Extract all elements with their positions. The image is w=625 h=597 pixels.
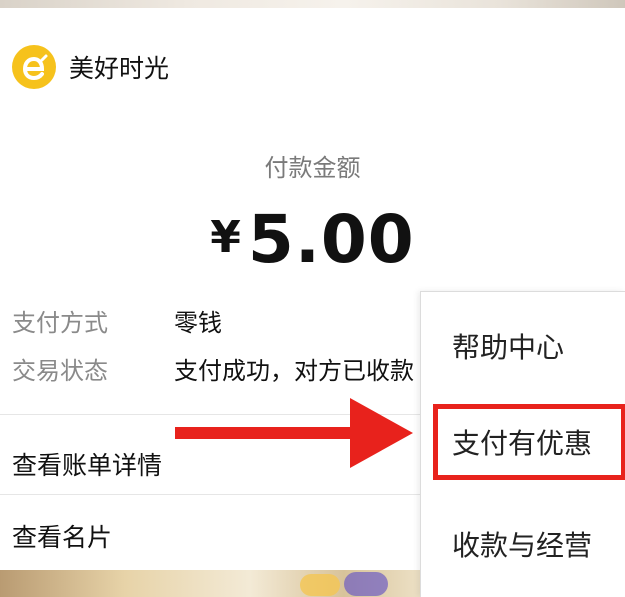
menu-item-help-center[interactable]: 帮助中心 [421,316,625,376]
amount-value: 5.00 [247,201,415,278]
background-photo-shape [344,572,388,596]
currency-symbol: ¥ [210,212,242,263]
merchant-name: 美好时光 [69,54,170,83]
menu-item-payment-discount[interactable]: 支付有优惠 [433,404,625,480]
detail-key: 支付方式 [12,308,108,337]
more-options-menu: 帮助中心 支付有优惠 收款与经营 [420,291,625,597]
view-bill-details-link[interactable]: 查看账单详情 [12,446,162,482]
merchant-header[interactable]: 美好时光 [12,42,169,92]
background-photo-shape [300,574,340,596]
detail-value: 零钱 [174,308,222,337]
menu-item-collect-and-manage[interactable]: 收款与经营 [421,514,625,574]
payment-amount-label: 付款金额 [264,154,361,182]
detail-key: 交易状态 [12,356,108,385]
transaction-status-row: 交易状态 支付成功，对方已收款 [12,350,414,386]
payment-amount: ¥5.00 [0,201,625,278]
orange-e-logo-icon [12,45,56,89]
background-photo-top [0,0,625,8]
red-arrow-annotation [175,398,413,468]
payment-method-row: 支付方式 零钱 [12,302,222,338]
view-business-card-link[interactable]: 查看名片 [12,518,112,554]
detail-value: 支付成功，对方已收款 [174,356,414,385]
